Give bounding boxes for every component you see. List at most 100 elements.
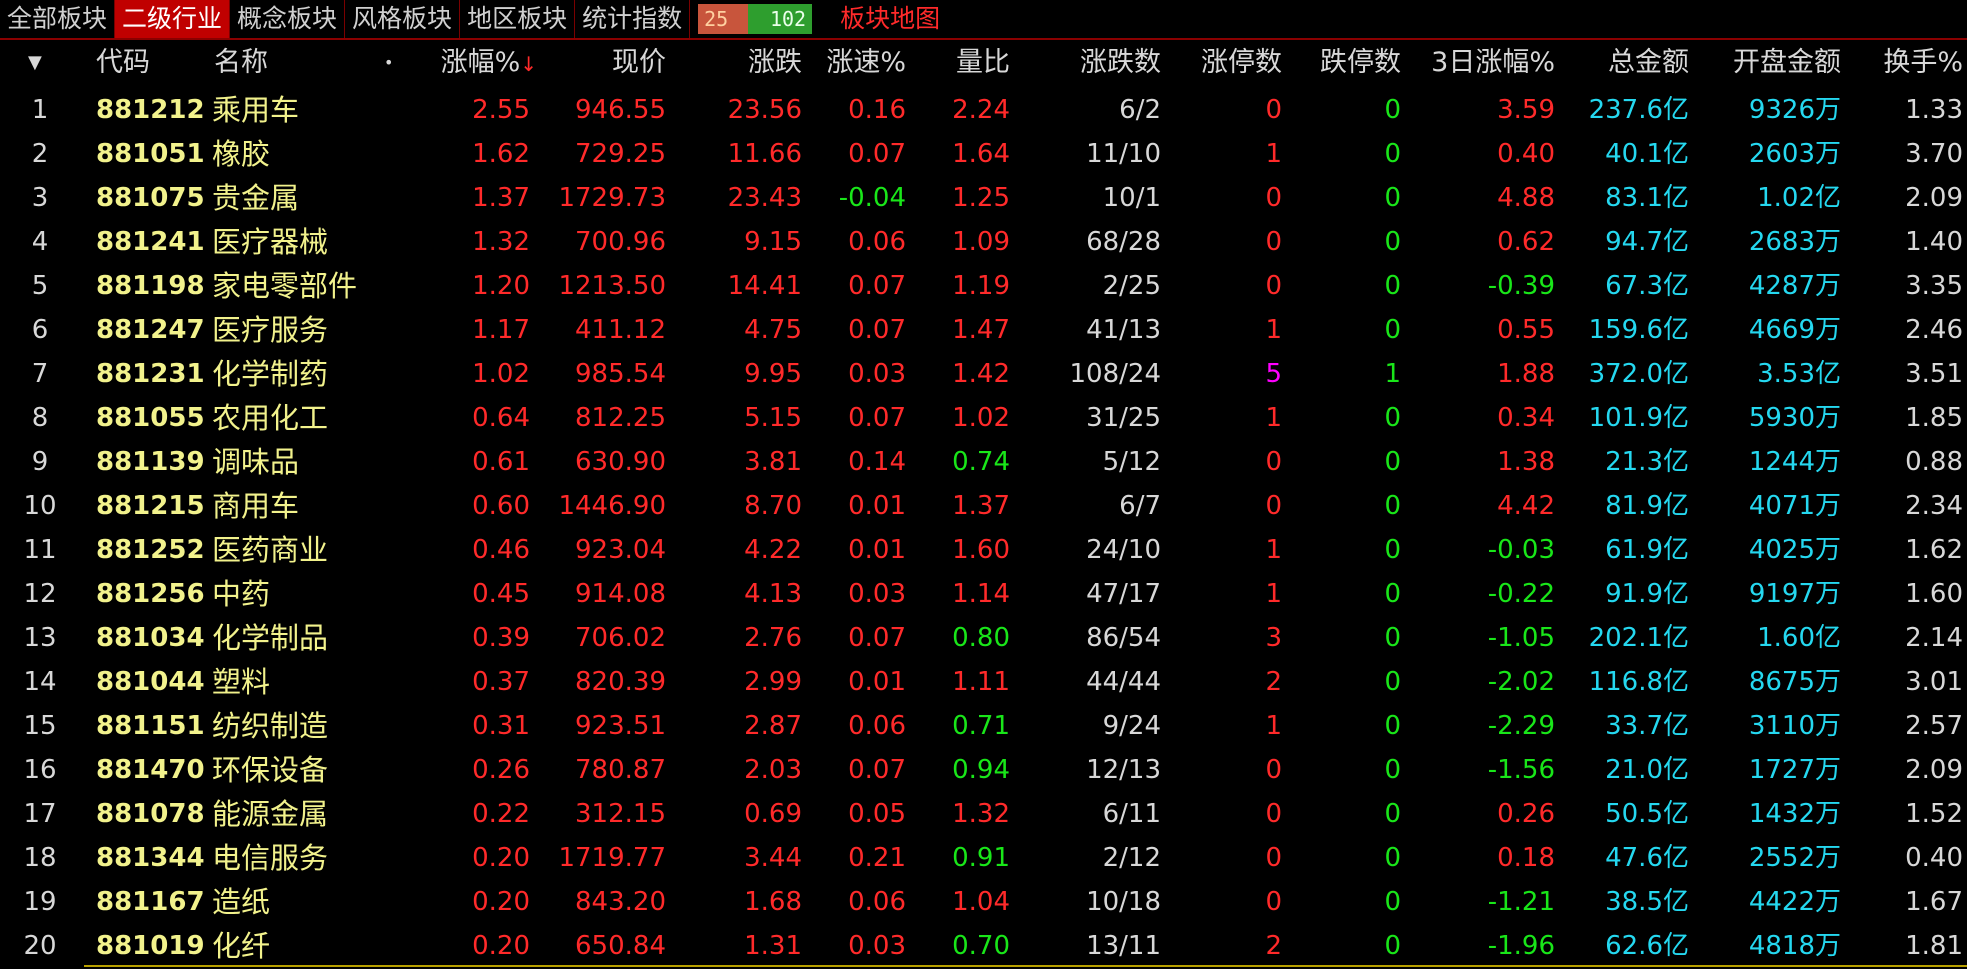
row-open-amount: 4025万 <box>1748 535 1841 565</box>
row-limit-up: 0 <box>1265 755 1282 785</box>
row-limit-down: 0 <box>1384 403 1401 433</box>
row-name: 医疗服务 <box>212 313 329 347</box>
row-up-down-count: 47/17 <box>1086 579 1161 609</box>
row-amount: 101.9亿 <box>1588 403 1689 433</box>
row-index: 12 <box>23 579 57 609</box>
row-speed: 0.06 <box>848 711 906 741</box>
row-open-amount: 4071万 <box>1748 491 1841 521</box>
table-row[interactable]: 5 881198 家电零部件 1.20 1213.50 14.41 0.07 1.19 2/25… <box>0 264 1967 308</box>
tab-concept-sectors[interactable]: 概念板块 <box>230 0 346 38</box>
advance-count: 25 <box>698 4 749 34</box>
collapse-arrow-icon[interactable]: ▼ <box>28 42 42 84</box>
row-turnover: 2.09 <box>1905 183 1963 213</box>
row-speed: -0.04 <box>838 183 906 213</box>
header-limit-up[interactable]: 涨停数 <box>1201 42 1282 84</box>
row-limit-down: 0 <box>1384 95 1401 125</box>
row-price: 1213.50 <box>558 271 666 301</box>
table-bottom-divider <box>84 965 1967 967</box>
header-change[interactable]: 涨跌 <box>748 42 802 84</box>
table-row[interactable]: 11 881252 医药商业 0.46 923.04 4.22 0.01 1.60 24/10 1… <box>0 528 1967 572</box>
row-price: 914.08 <box>575 579 666 609</box>
table-row[interactable]: 20 881019 化纤 0.20 650.84 1.31 0.03 0.70 13/11 2 0-… <box>0 924 1967 968</box>
header-pct[interactable]: 涨幅%↓ <box>441 42 537 85</box>
header-three-day[interactable]: 3日涨幅% <box>1431 42 1555 84</box>
row-pct: 0.20 <box>472 843 530 873</box>
row-speed: 0.05 <box>848 799 906 829</box>
table-row[interactable]: 18 881344 电信服务 0.20 1719.77 3.44 0.21 0.91 2/12 0… <box>0 836 1967 880</box>
header-up-down-count[interactable]: 涨跌数 <box>1080 42 1161 84</box>
table-row[interactable]: 6 881247 医疗服务 1.17 411.12 4.75 0.07 1.47 41/13 1 0… <box>0 308 1967 352</box>
table-row[interactable]: 8 881055 农用化工 0.64 812.25 5.15 0.07 1.02 31/25 1 0… <box>0 396 1967 440</box>
table-row[interactable]: 4 881241 医疗器械 1.32 700.96 9.15 0.06 1.09 68/28 0 0… <box>0 220 1967 264</box>
header-limit-down[interactable]: 跌停数 <box>1320 42 1401 84</box>
row-pct: 0.39 <box>472 623 530 653</box>
row-volume-ratio: 1.02 <box>952 403 1010 433</box>
header-dot: • <box>384 53 394 72</box>
row-up-down-count: 2/12 <box>1102 843 1161 873</box>
table-row[interactable]: 13 881034 化学制品 0.39 706.02 2.76 0.07 0.80 86/54 3… <box>0 616 1967 660</box>
header-volume-ratio[interactable]: 量比 <box>956 42 1010 84</box>
table-row[interactable]: 9 881139 调味品 0.61 630.90 3.81 0.14 0.74 5/12 0 0 1.… <box>0 440 1967 484</box>
row-pct: 0.20 <box>472 887 530 917</box>
table-row[interactable]: 1 881212 乘用车 2.55 946.55 23.56 0.16 2.24 6/2 0 0 3.… <box>0 88 1967 132</box>
row-pct: 1.20 <box>472 271 530 301</box>
tab-secondary-industry[interactable]: 二级行业 <box>115 0 231 38</box>
row-open-amount: 3110万 <box>1748 711 1841 741</box>
row-amount: 47.6亿 <box>1605 843 1689 873</box>
row-limit-down: 0 <box>1384 931 1401 961</box>
tab-stat-index[interactable]: 统计指数 <box>575 0 691 38</box>
header-name[interactable]: 名称 <box>214 42 268 84</box>
table-row[interactable]: 19 881167 造纸 0.20 843.20 1.68 0.06 1.04 10/18 0 0 -… <box>0 880 1967 924</box>
table-row[interactable]: 15 881151 纺织制造 0.31 923.51 2.87 0.06 0.71 9/24 1 0… <box>0 704 1967 748</box>
header-turnover[interactable]: 换手% <box>1883 42 1963 84</box>
row-limit-up: 0 <box>1265 799 1282 829</box>
row-up-down-count: 108/24 <box>1069 359 1161 389</box>
row-code: 881252 <box>96 535 205 565</box>
row-index: 20 <box>23 931 57 961</box>
row-turnover: 2.14 <box>1905 623 1963 653</box>
header-code[interactable]: 代码 <box>96 42 150 84</box>
tab-all-sectors[interactable]: 全部板块 <box>0 0 116 38</box>
row-three-day: 0.26 <box>1497 799 1555 829</box>
table-row[interactable]: 16 881470 环保设备 0.26 780.87 2.03 0.07 0.94 12/13 0… <box>0 748 1967 792</box>
row-speed: 0.01 <box>848 667 906 697</box>
row-volume-ratio: 1.64 <box>952 139 1010 169</box>
row-limit-up: 0 <box>1265 843 1282 873</box>
row-three-day: -1.56 <box>1487 755 1555 785</box>
row-limit-up: 0 <box>1265 183 1282 213</box>
row-turnover: 0.88 <box>1905 447 1963 477</box>
advance-decline-indicator[interactable]: 25 102 <box>698 4 813 34</box>
table-row[interactable]: 3 881075 贵金属 1.37 1729.73 23.43 -0.04 1.25 10/1 0… <box>0 176 1967 220</box>
table-row[interactable]: 17 881078 能源金属 0.22 312.15 0.69 0.05 1.32 6/11 0 0… <box>0 792 1967 836</box>
row-change: 23.56 <box>727 95 802 125</box>
header-speed[interactable]: 涨速% <box>826 42 906 84</box>
tab-style-sectors[interactable]: 风格板块 <box>345 0 461 38</box>
header-amount[interactable]: 总金额 <box>1608 42 1689 84</box>
table-row[interactable]: 12 881256 中药 0.45 914.08 4.13 0.03 1.14 47/17 1 0 -… <box>0 572 1967 616</box>
header-price[interactable]: 现价 <box>612 42 666 84</box>
row-code: 881215 <box>96 491 205 521</box>
row-price: 700.96 <box>575 227 666 257</box>
row-code: 881247 <box>96 315 205 345</box>
row-change: 4.13 <box>744 579 802 609</box>
row-turnover: 1.33 <box>1905 95 1963 125</box>
sector-map-link[interactable]: 板块地图 <box>840 0 940 38</box>
row-limit-down: 1 <box>1384 359 1401 389</box>
row-turnover: 1.52 <box>1905 799 1963 829</box>
row-price: 923.04 <box>575 535 666 565</box>
row-index: 1 <box>31 95 49 125</box>
tab-region-sectors[interactable]: 地区板块 <box>460 0 576 38</box>
row-amount: 61.9亿 <box>1605 535 1689 565</box>
row-limit-up: 1 <box>1265 403 1282 433</box>
row-three-day: 0.62 <box>1497 227 1555 257</box>
row-change: 0.69 <box>744 799 802 829</box>
table-row[interactable]: 2 881051 橡胶 1.62 729.25 11.66 0.07 1.64 11/10 1 0 0… <box>0 132 1967 176</box>
table-row[interactable]: 10 881215 商用车 0.60 1446.90 8.70 0.01 1.37 6/7 0 0 4… <box>0 484 1967 528</box>
table-row[interactable]: 14 881044 塑料 0.37 820.39 2.99 0.01 1.11 44/44 2 0 -… <box>0 660 1967 704</box>
row-code: 881241 <box>96 227 205 257</box>
row-price: 843.20 <box>575 887 666 917</box>
header-open-amount[interactable]: 开盘金额 <box>1733 42 1841 84</box>
table-row[interactable]: 7 881231 化学制药 1.02 985.54 9.95 0.03 1.42 108/24 5… <box>0 352 1967 396</box>
row-limit-up: 0 <box>1265 887 1282 917</box>
row-change: 1.68 <box>744 887 802 917</box>
